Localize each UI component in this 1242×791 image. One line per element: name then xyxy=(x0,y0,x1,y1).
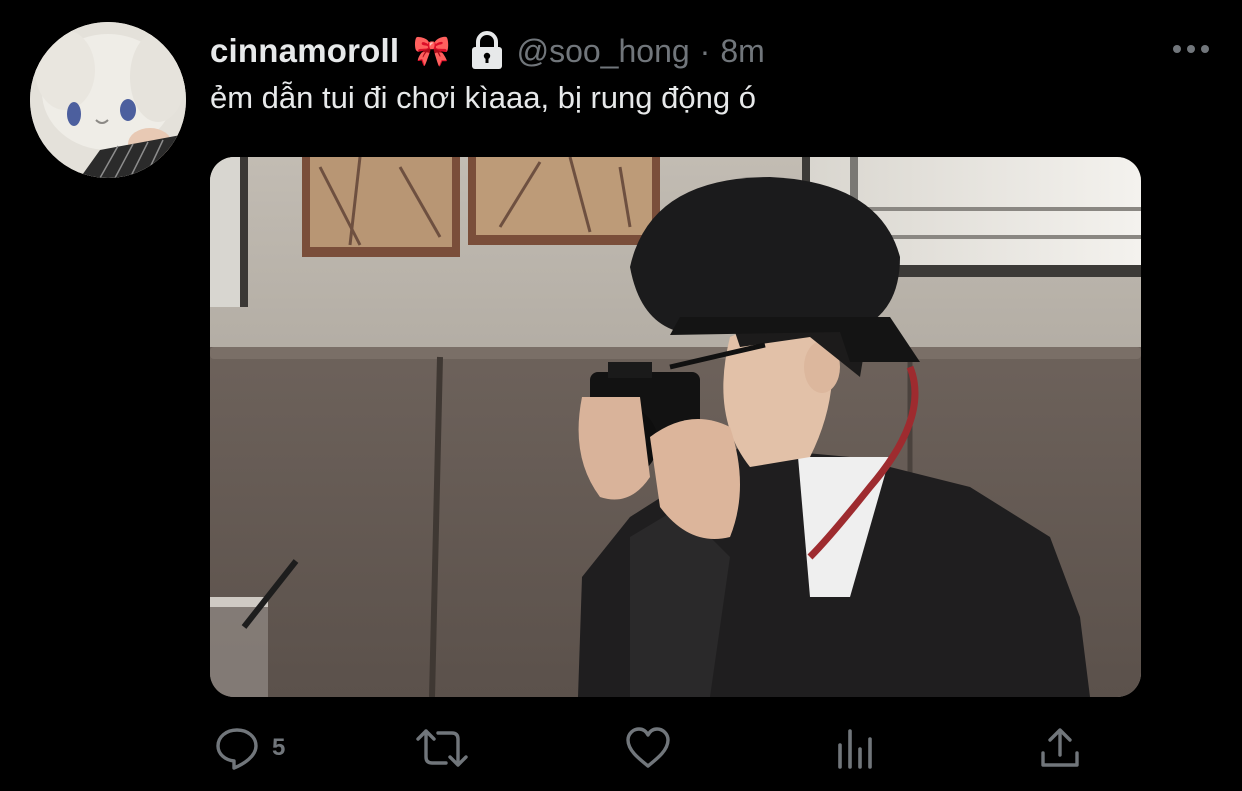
lock-icon xyxy=(469,31,505,71)
tweet-photo[interactable] xyxy=(210,157,1141,697)
avatar[interactable] xyxy=(30,22,186,178)
tweet-header: cinnamoroll 🎀 @soo_hong · 8m xyxy=(210,28,765,74)
reply-icon xyxy=(214,725,260,771)
share-button[interactable] xyxy=(1038,722,1082,774)
avatar-image xyxy=(30,22,186,178)
tweet-text: ẻm dẫn tui đi chơi kìaaa, bị rung động ó xyxy=(210,80,756,115)
analytics-icon xyxy=(834,725,878,771)
action-bar: 5 xyxy=(210,722,1090,774)
retweet-icon xyxy=(414,725,470,771)
name-emoji: 🎀 xyxy=(413,33,451,69)
like-button[interactable] xyxy=(624,722,684,774)
like-icon xyxy=(624,725,672,771)
timestamp[interactable]: 8m xyxy=(720,33,764,70)
more-icon[interactable] xyxy=(1170,40,1212,58)
retweet-button[interactable] xyxy=(414,722,482,774)
reply-count: 5 xyxy=(272,734,286,761)
reply-button[interactable]: 5 xyxy=(214,722,285,774)
tweet: cinnamoroll 🎀 @soo_hong · 8m ẻm dẫn tui … xyxy=(0,0,1242,791)
separator-dot: · xyxy=(699,32,711,69)
share-icon xyxy=(1038,725,1082,771)
handle[interactable]: @soo_hong xyxy=(517,33,690,70)
analytics-button[interactable] xyxy=(834,722,878,774)
photo-image xyxy=(210,157,1141,697)
display-name[interactable]: cinnamoroll xyxy=(210,32,399,70)
